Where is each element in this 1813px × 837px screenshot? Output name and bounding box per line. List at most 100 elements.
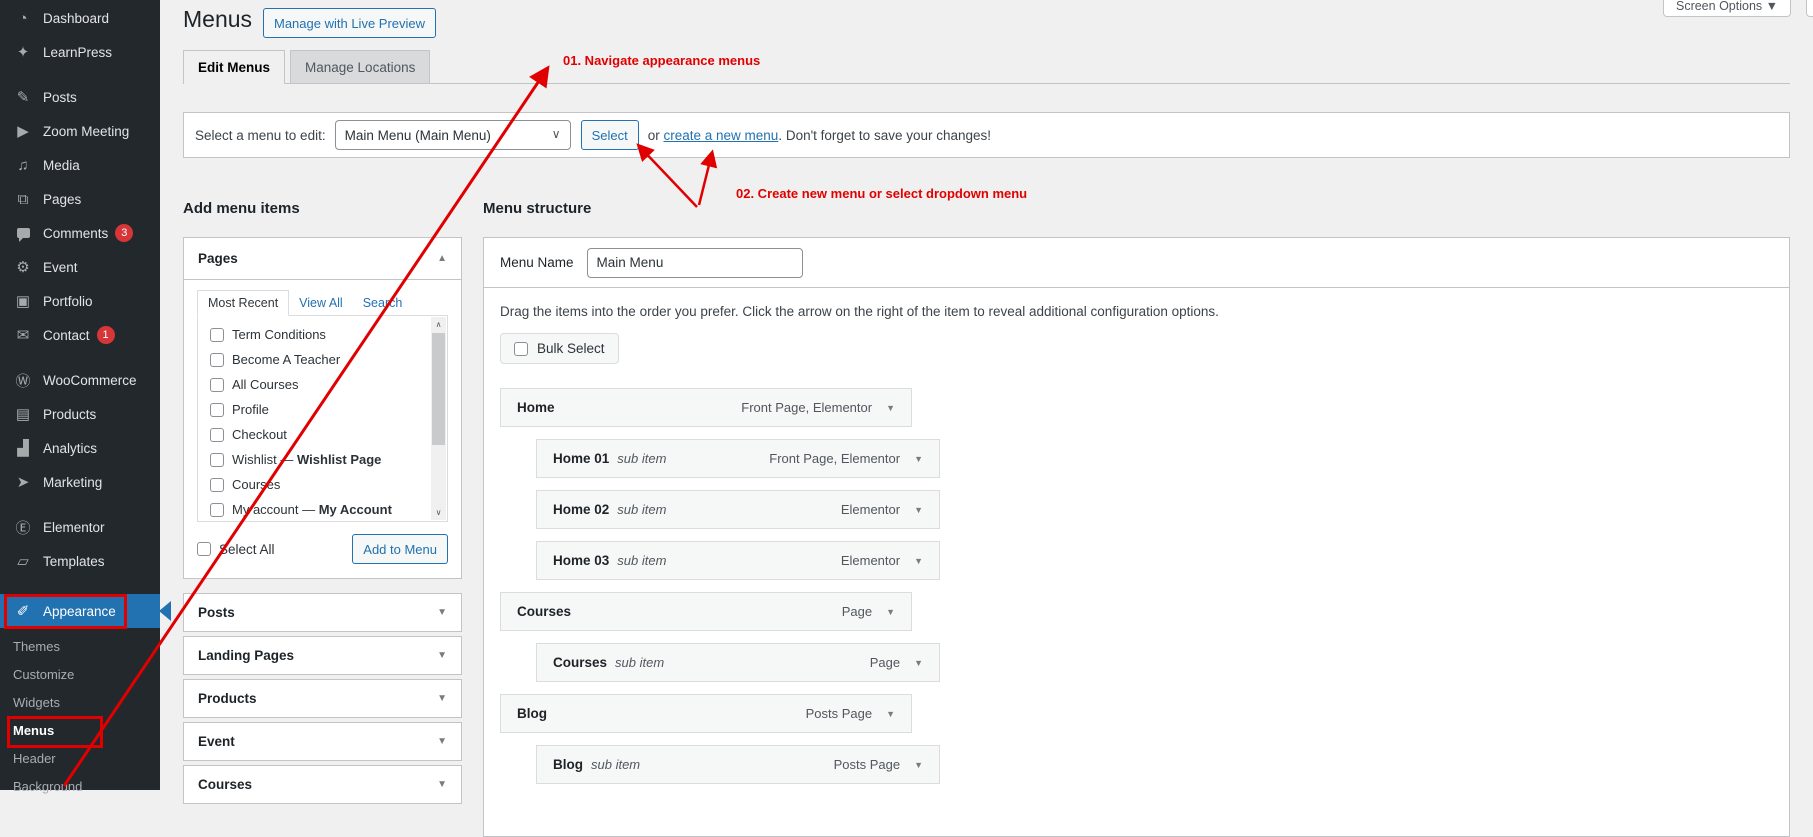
accordion-landing-pages[interactable]: Landing Pages▼ xyxy=(183,636,462,675)
sidebar-item-templates[interactable]: ▱Templates xyxy=(0,544,160,578)
sidebar-item-dashboard[interactable]: ◔Dashboard xyxy=(0,1,160,35)
bulk-select-control: Bulk Select xyxy=(500,333,619,364)
menu-structure-heading: Menu structure xyxy=(483,200,591,217)
folder-icon: ▱ xyxy=(12,552,34,570)
sidebar-item-zoom-meeting[interactable]: ▶Zoom Meeting xyxy=(0,114,160,148)
chevron-down-icon[interactable]: ▼ xyxy=(886,403,895,413)
sidebar-item-elementor[interactable]: ⒺElementor xyxy=(0,510,160,544)
menu-select-dropdown[interactable]: Main Menu (Main Menu) ∨ xyxy=(335,120,571,150)
chevron-down-icon[interactable]: ▼ xyxy=(914,454,923,464)
checkbox[interactable] xyxy=(210,403,224,417)
menu-name-input[interactable] xyxy=(587,248,803,278)
chevron-down-icon[interactable]: ▼ xyxy=(437,650,447,661)
create-new-menu-link[interactable]: create a new menu xyxy=(663,128,778,143)
chevron-down-icon[interactable]: ▼ xyxy=(437,779,447,790)
scroll-up-icon[interactable]: ∧ xyxy=(431,317,446,332)
select-all-checkbox[interactable] xyxy=(197,542,211,556)
tab-manage-locations[interactable]: Manage Locations xyxy=(290,50,430,84)
menu-item-home-01[interactable]: Home 01sub itemFront Page, Elementor▼ xyxy=(536,439,940,478)
help-tab-sliver[interactable] xyxy=(1806,0,1813,17)
chevron-down-icon[interactable]: ▼ xyxy=(437,736,447,747)
chevron-down-icon[interactable]: ▼ xyxy=(914,505,923,515)
checkbox[interactable] xyxy=(210,378,224,392)
pages-accordion-header[interactable]: Pages ▲ xyxy=(184,238,461,279)
accordion-label: Event xyxy=(198,734,235,749)
sidebar-item-contact[interactable]: ✉Contact1 xyxy=(0,318,160,352)
accordion-posts[interactable]: Posts▼ xyxy=(183,593,462,632)
list-item-label: Become A Teacher xyxy=(232,352,340,367)
sidebar-item-learnpress[interactable]: ✦LearnPress xyxy=(0,35,160,69)
accordion-event[interactable]: Event ▼ xyxy=(183,722,462,761)
menu-item-courses-sub[interactable]: Coursessub itemPage▼ xyxy=(536,643,940,682)
menu-item-blog-sub[interactable]: Blogsub itemPosts Page▼ xyxy=(536,745,940,784)
sidebar-subitem-header[interactable]: Header xyxy=(0,744,160,772)
sidebar-subitem-customize[interactable]: Customize xyxy=(0,660,160,688)
menu-item-meta: Front Page, Elementor xyxy=(769,451,900,466)
chevron-down-icon[interactable]: ▼ xyxy=(914,760,923,770)
sidebar-item-marketing[interactable]: ➤Marketing xyxy=(0,465,160,499)
nav-tabs: Edit Menus Manage Locations xyxy=(183,50,430,84)
sidebar-item-portfolio[interactable]: ▣ Portfolio xyxy=(0,284,160,318)
sidebar-item-media[interactable]: ♫Media xyxy=(0,148,160,182)
sidebar-subitem-background[interactable]: Background xyxy=(0,772,160,800)
pages-tabs: Most Recent View All Search xyxy=(197,290,448,316)
tab-view-all[interactable]: View All xyxy=(289,291,353,315)
add-to-menu-button[interactable]: Add to Menu xyxy=(352,534,448,564)
select-button[interactable]: Select xyxy=(581,120,639,150)
annotation-box-appearance xyxy=(4,594,127,629)
sidebar-item-posts[interactable]: ✎Posts xyxy=(0,80,160,114)
chevron-down-icon[interactable]: ▼ xyxy=(437,607,447,618)
sidebar-subitem-themes[interactable]: Themes xyxy=(0,632,160,660)
chevron-up-icon[interactable]: ▲ xyxy=(437,253,447,264)
list-item-label: Profile xyxy=(232,402,269,417)
checkbox[interactable] xyxy=(210,353,224,367)
checkbox[interactable] xyxy=(210,428,224,442)
menu-item-home-03[interactable]: Home 03sub itemElementor▼ xyxy=(536,541,940,580)
scrollbar-thumb[interactable] xyxy=(432,333,445,445)
current-menu-arrow xyxy=(159,601,171,621)
sidebar-item-event[interactable]: ⚙Event xyxy=(0,250,160,284)
checkbox[interactable] xyxy=(210,328,224,342)
sidebar-item-pages[interactable]: ⧉Pages xyxy=(0,182,160,216)
menu-item-courses[interactable]: CoursesPage▼ xyxy=(500,592,912,631)
chevron-down-icon[interactable]: ▼ xyxy=(886,607,895,617)
chevron-down-icon[interactable]: ▼ xyxy=(437,693,447,704)
manage-live-preview-button[interactable]: Manage with Live Preview xyxy=(263,8,436,38)
sidebar-item-woocommerce[interactable]: ⓌWooCommerce xyxy=(0,363,160,397)
checkbox[interactable] xyxy=(210,478,224,492)
drag-instructions: Drag the items into the order you prefer… xyxy=(500,304,1773,319)
chevron-down-icon[interactable]: ▼ xyxy=(914,556,923,566)
tab-search[interactable]: Search xyxy=(353,291,413,315)
menu-item-home-02[interactable]: Home 02sub itemElementor▼ xyxy=(536,490,940,529)
menu-item-label: Courses xyxy=(553,655,607,670)
scroll-down-icon[interactable]: ∨ xyxy=(431,505,446,520)
sidebar-item-label: Pages xyxy=(43,192,81,207)
select-all-label: Select All xyxy=(219,542,275,557)
pages-panel-footer: Select All Add to Menu xyxy=(197,534,448,564)
tab-most-recent[interactable]: Most Recent xyxy=(197,290,289,316)
sidebar-item-comments[interactable]: Comments3 xyxy=(0,216,160,250)
screen-options-button[interactable]: Screen Options ▼ xyxy=(1663,0,1791,17)
sidebar-subitem-widgets[interactable]: Widgets xyxy=(0,688,160,716)
portfolio-icon: ▣ xyxy=(12,292,34,310)
chevron-down-icon[interactable]: ▼ xyxy=(886,709,895,719)
accordion-products[interactable]: Products▼ xyxy=(183,679,462,718)
menu-item-blog[interactable]: BlogPosts Page▼ xyxy=(500,694,912,733)
select-menu-label: Select a menu to edit: xyxy=(195,128,326,143)
sub-item-tag: sub item xyxy=(617,451,666,466)
menu-structure-body: Drag the items into the order you prefer… xyxy=(484,288,1789,812)
menu-item-label: Courses xyxy=(517,604,571,619)
scrollbar[interactable]: ∧ ∨ xyxy=(431,317,446,520)
tab-edit-menus[interactable]: Edit Menus xyxy=(183,50,285,84)
select-menu-bar: Select a menu to edit: Main Menu (Main M… xyxy=(183,112,1790,158)
chevron-down-icon[interactable]: ▼ xyxy=(914,658,923,668)
menu-item-home[interactable]: HomeFront Page, Elementor▼ xyxy=(500,388,912,427)
sidebar-item-label: Portfolio xyxy=(43,294,93,309)
bulk-select-checkbox[interactable] xyxy=(514,342,528,356)
annotation-arrow-3 xyxy=(699,153,712,205)
checkbox[interactable] xyxy=(210,503,224,517)
accordion-courses[interactable]: Courses▼ xyxy=(183,765,462,804)
checkbox[interactable] xyxy=(210,453,224,467)
sidebar-item-analytics[interactable]: ▟Analytics xyxy=(0,431,160,465)
sidebar-item-products[interactable]: ▤Products xyxy=(0,397,160,431)
